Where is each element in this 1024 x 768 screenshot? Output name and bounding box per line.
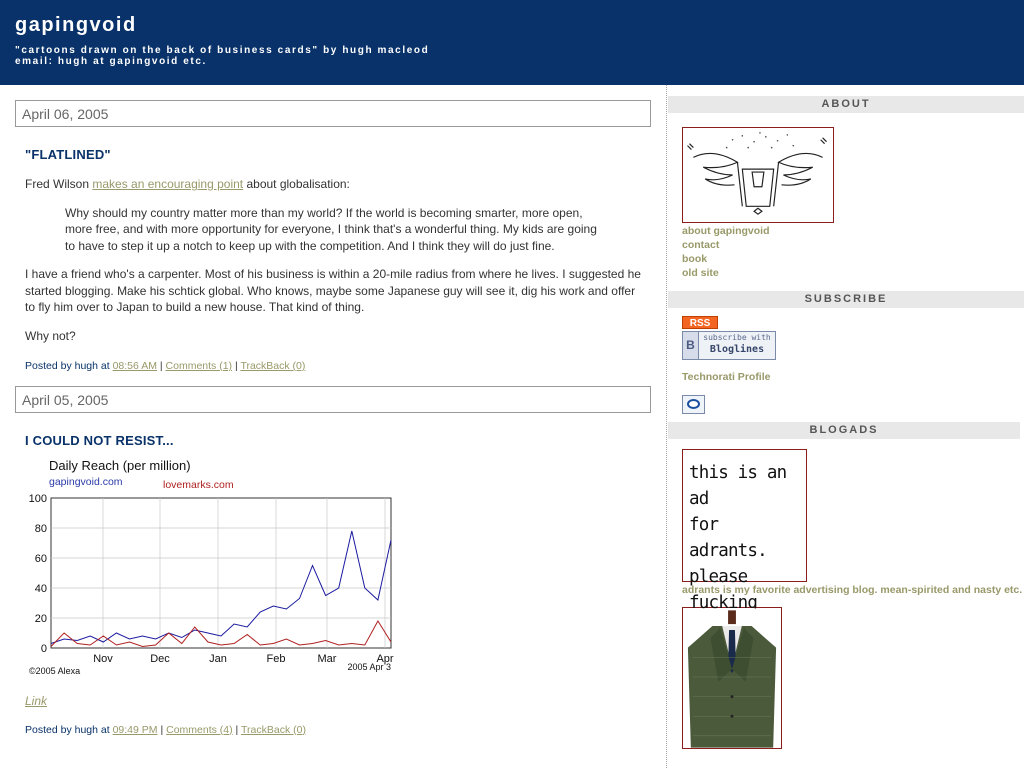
old-site-link[interactable]: old site: [682, 266, 1024, 280]
y-tick-label: 80: [35, 523, 47, 535]
posted-by: Posted by hugh at: [25, 360, 113, 372]
subscribe-section: RSS B subscribe with Bloglines Technorat…: [668, 316, 1024, 414]
y-tick-label: 40: [35, 583, 47, 595]
post-paragraph: I have a friend who's a carpenter. Most …: [25, 267, 641, 314]
intro-text: Fred Wilson: [25, 177, 93, 191]
book-link[interactable]: book: [682, 252, 1024, 266]
about-section: about gapingvoid contact book old site: [668, 127, 1024, 280]
legend-gapingvoid: gapingvoid.com: [49, 476, 123, 488]
comments-link[interactable]: Comments (4): [166, 724, 233, 736]
rss-icon: RSS: [689, 318, 711, 329]
post: "FLATLINED" Fred Wilson makes an encoura…: [15, 147, 651, 372]
about-links: about gapingvoid contact book old site: [682, 224, 1024, 280]
daily-reach-chart: Daily Reach (per million) gapingvoid.com l…: [29, 458, 394, 676]
blogads-heading: BLOGADS: [668, 422, 1020, 439]
column-divider: [666, 85, 667, 768]
date-header: April 05, 2005: [15, 386, 651, 413]
trackback-link[interactable]: TrackBack (0): [241, 724, 306, 736]
post-link[interactable]: Link: [25, 694, 47, 708]
y-tick-label: 0: [41, 643, 47, 655]
x-tick-label: Dec: [150, 653, 170, 665]
y-tick-label: 20: [35, 613, 47, 625]
trackback-link[interactable]: TrackBack (0): [240, 360, 305, 372]
ad-text: for adrants.: [689, 515, 768, 561]
encouraging-point-link[interactable]: makes an encouraging point: [92, 177, 243, 191]
post-closing: Why not?: [25, 328, 76, 343]
intro-text-after: about globalisation:: [243, 177, 350, 191]
bloglines-top-text: subscribe with: [703, 333, 771, 342]
bloglines-badge[interactable]: B subscribe with Bloglines: [682, 331, 776, 360]
technorati-profile-link[interactable]: Technorati Profile: [682, 370, 1024, 384]
blog-description-line1: "cartoons drawn on the back of business …: [15, 45, 430, 56]
ad-text: this is an ad: [689, 463, 787, 509]
bloglines-bottom-text: Bloglines: [709, 344, 765, 355]
bloglines-icon: B: [683, 332, 699, 359]
subscribe-heading: SUBSCRIBE: [668, 291, 1024, 308]
chart-title: Daily Reach (per million): [49, 458, 191, 473]
post-intro: Fred Wilson makes an encouraging point a…: [25, 176, 641, 193]
bloglines-text: subscribe with Bloglines: [699, 332, 775, 359]
chart-footer-right: 2005 Apr 3: [347, 662, 391, 672]
footer-separator: |: [159, 360, 163, 372]
chart-footer-left: ©2005 Alexa: [29, 666, 80, 676]
permalink-time[interactable]: 08:56 AM: [113, 360, 157, 372]
about-gapingvoid-link[interactable]: about gapingvoid: [682, 224, 1024, 238]
posted-by: Posted by hugh at: [25, 723, 113, 736]
blog-banner: gapingvoid "cartoons drawn on the back o…: [0, 0, 1024, 85]
post-title: "FLATLINED": [25, 147, 111, 162]
blogads-section: this is an ad for adrants. please fuckin…: [668, 449, 1024, 749]
x-tick-label: Nov: [93, 653, 113, 665]
footer-separator: |: [234, 360, 238, 372]
y-tick-label: 60: [35, 553, 47, 565]
main-content: April 06, 2005 "FLATLINED" Fred Wilson m…: [15, 100, 651, 750]
adrants-ad-image[interactable]: this is an ad for adrants. please fuckin…: [682, 449, 807, 639]
post-quote: Why should my country matter more than m…: [65, 205, 597, 253]
x-tick-label: Mar: [318, 653, 337, 665]
x-tick-label: Jan: [209, 653, 227, 665]
post-footer: Posted by hugh at 09:49 PM | Comments (4…: [25, 724, 641, 736]
permalink-time[interactable]: 09:49 PM: [113, 724, 158, 736]
date-header: April 06, 2005: [15, 100, 651, 127]
footer-separator: |: [160, 723, 164, 736]
footer-separator: |: [235, 723, 239, 736]
comments-link[interactable]: Comments (1): [166, 360, 233, 372]
sidebar: ABOUT about gapingvoid contact book old …: [668, 96, 1024, 749]
technorati-icon[interactable]: [682, 395, 705, 414]
post-title: I COULD NOT RESIST...: [25, 433, 174, 448]
y-tick-label: 100: [29, 493, 47, 505]
x-tick-label: Feb: [267, 653, 286, 665]
post-body: Fred Wilson makes an encouraging point a…: [25, 176, 641, 344]
angel-cartoon-image[interactable]: [682, 127, 834, 223]
about-heading: ABOUT: [668, 96, 1024, 113]
post: I COULD NOT RESIST... Daily Reach (per m…: [15, 433, 651, 736]
suit-ad-image[interactable]: [682, 607, 782, 749]
alexa-chart: Daily Reach (per million) gapingvoid.com l…: [25, 458, 641, 683]
post-body: Link: [25, 693, 641, 710]
contact-link[interactable]: contact: [682, 238, 1024, 252]
blog-title[interactable]: gapingvoid: [15, 14, 1009, 37]
adrants-caption-link[interactable]: adrants is my favorite advertising blog.…: [682, 583, 1024, 597]
chat-bubble-icon: [687, 399, 700, 409]
chart-plot-area: [50, 497, 392, 649]
post-footer: Posted by hugh at 08:56 AM | Comments (1…: [25, 360, 641, 372]
legend-lovemarks: lovemarks.com: [163, 479, 234, 491]
rss-badge[interactable]: RSS: [682, 316, 718, 329]
blog-description-line2: email: hugh at gapingvoid etc.: [15, 56, 207, 67]
